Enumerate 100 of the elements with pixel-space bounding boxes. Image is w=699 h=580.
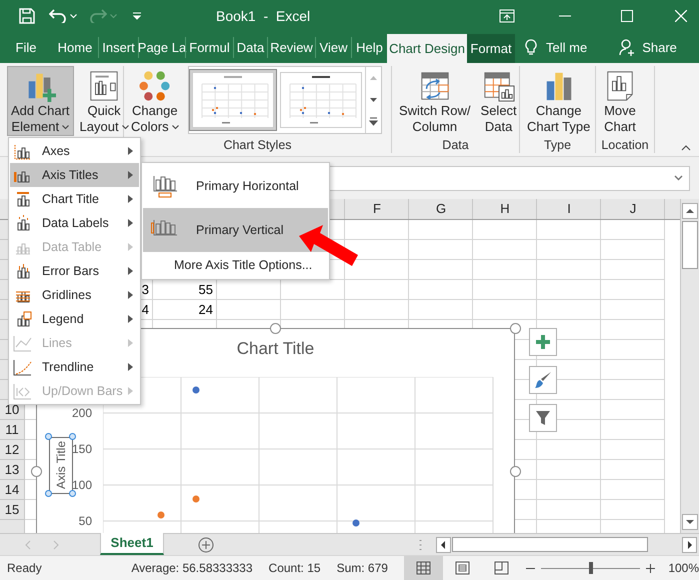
submenu-arrow-icon (128, 267, 133, 275)
menu-item[interactable]: Axis Titles (10, 163, 139, 187)
data-point (352, 519, 360, 528)
chart-title[interactable]: Chart Title (236, 339, 314, 359)
chart-styles-button[interactable] (529, 366, 557, 394)
submenu-arrow-icon (128, 387, 133, 395)
menu-item[interactable]: Data Labels (10, 211, 139, 235)
ribbon-tab[interactable]: Review (267, 37, 315, 58)
ribbon-display-options-icon[interactable] (499, 9, 515, 23)
close-icon[interactable] (675, 10, 687, 22)
column-header[interactable]: G (436, 199, 446, 219)
ribbon-tab[interactable]: Data (233, 37, 267, 58)
save-icon[interactable] (19, 8, 35, 24)
ribbon-tab[interactable]: Formul (185, 37, 233, 58)
cell-value[interactable]: 3 (142, 280, 153, 300)
zoom-slider[interactable] (540, 562, 640, 574)
switch-row-column-button[interactable]: Switch Row/ Column (395, 66, 475, 136)
up-down-bars-icon (13, 382, 32, 400)
resize-handle[interactable] (510, 323, 521, 334)
menu-item[interactable]: Axes (10, 139, 139, 163)
submenu-arrow-icon (128, 219, 133, 227)
column-header[interactable]: F (373, 199, 381, 219)
caret-icon (70, 14, 77, 18)
menu-item[interactable]: More Axis Title Options... (142, 252, 329, 278)
ribbon-tab[interactable]: Format (467, 34, 515, 63)
window-title: Book1 - Excel (216, 6, 310, 26)
minimize-icon[interactable] (559, 15, 571, 17)
row-header[interactable]: 12 (4, 440, 20, 460)
zoom-in-icon[interactable] (646, 564, 656, 572)
row-header[interactable]: 13 (4, 460, 20, 480)
menu-item[interactable]: Gridlines (10, 283, 139, 307)
lightbulb-icon (525, 39, 537, 56)
page-break-icon (494, 561, 509, 575)
axes-chart-icon (13, 142, 32, 160)
menu-item[interactable]: Primary Vertical (143, 208, 328, 252)
undo-icon[interactable] (49, 9, 67, 23)
select-data-button[interactable]: Select Data (476, 66, 521, 136)
cell-value[interactable]: 55 (198, 280, 217, 300)
data-point (156, 511, 165, 520)
zoom-level[interactable]: 100% (668, 559, 699, 577)
resize-handle[interactable] (270, 323, 281, 334)
tell-me-button[interactable]: Tell me (525, 32, 588, 63)
submenu-arrow-icon (128, 195, 133, 203)
collapse-ribbon-icon[interactable] (681, 145, 691, 151)
cell-value[interactable]: 24 (198, 300, 217, 320)
scroll-thumb[interactable] (452, 537, 648, 552)
add-sheet-icon[interactable] (198, 536, 214, 552)
column-header[interactable]: J (630, 199, 636, 219)
row-header[interactable]: 15 (4, 500, 20, 520)
scroll-right-icon[interactable] (682, 536, 697, 552)
grid-icon (416, 561, 431, 575)
view-button[interactable] (404, 556, 443, 580)
ribbon-tab[interactable]: File (0, 32, 52, 63)
add-element-button[interactable] (529, 328, 557, 356)
submenu-arrow-icon (128, 147, 133, 155)
ribbon-tab[interactable]: Chart Design (387, 34, 467, 63)
menu-item[interactable]: Primary Horizontal (143, 164, 328, 208)
group-label: Location (601, 138, 649, 153)
group-label: Type (544, 138, 572, 153)
scroll-up-icon[interactable] (682, 203, 698, 219)
plus-icon (536, 335, 550, 349)
move-chart-button[interactable]: Move Chart (599, 66, 641, 136)
resize-handle[interactable] (31, 466, 42, 477)
maximize-icon[interactable] (621, 10, 633, 22)
caret-icon (110, 14, 117, 18)
page-icon (454, 561, 470, 575)
vertical-scrollbar[interactable] (680, 199, 699, 533)
lines-chart-icon (13, 334, 32, 352)
cell-value[interactable]: 4 (142, 300, 153, 320)
ribbon-tab[interactable]: Insert (98, 37, 138, 58)
menu-item[interactable]: Legend (10, 307, 139, 331)
scroll-thumb[interactable] (682, 221, 698, 269)
data-point (192, 494, 200, 503)
scroll-down-icon[interactable] (682, 514, 698, 530)
add-chart-button[interactable]: Add Chart Element (7, 66, 74, 136)
menu-item[interactable]: Chart Title (10, 187, 139, 211)
horizontal-scrollbar[interactable] (436, 534, 699, 555)
resize-handle[interactable] (510, 466, 521, 477)
chart-filters-button[interactable] (529, 404, 557, 432)
ribbon-tab[interactable]: Page La (138, 37, 185, 58)
menu-item[interactable]: Error Bars (10, 259, 139, 283)
submenu-arrow-icon (128, 243, 133, 251)
axis-tick-label: 50 (78, 514, 92, 528)
row-header[interactable]: 14 (4, 480, 20, 500)
share-button[interactable]: Share (619, 32, 677, 63)
sheet-tab[interactable]: Sheet1 (100, 533, 164, 555)
ribbon-tab[interactable]: View (315, 37, 351, 58)
status-text: Ready (7, 560, 43, 577)
color-dots-icon (138, 70, 172, 102)
scroll-left-icon[interactable] (436, 536, 451, 552)
row-header[interactable]: 11 (5, 420, 19, 440)
expand-icon[interactable] (674, 175, 683, 181)
customize-toolbar-icon[interactable] (133, 12, 141, 20)
change-chart-type-button[interactable]: Change Chart Type (523, 66, 594, 136)
axis-tick-label: 100 (72, 478, 92, 492)
chart-style-thumbnail[interactable] (188, 69, 277, 131)
ribbon-tab[interactable]: Home (52, 32, 98, 63)
table-chart-icon (482, 70, 516, 102)
column-header[interactable]: I (567, 199, 571, 219)
column-header[interactable]: H (500, 199, 510, 219)
